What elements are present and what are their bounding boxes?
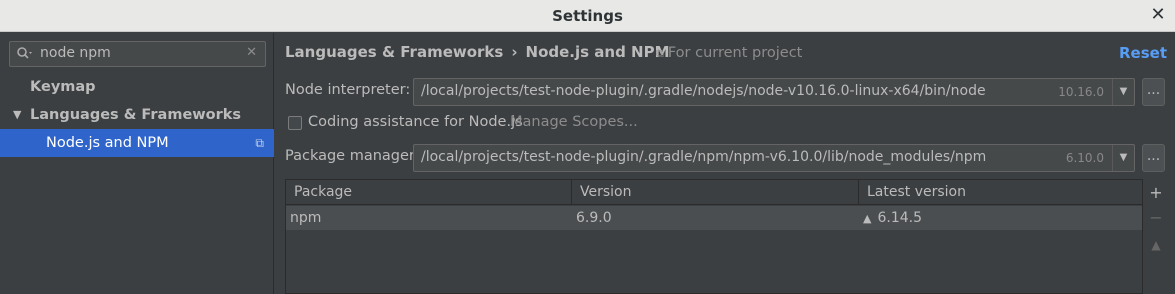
cell-version: 6.9.0 — [576, 210, 612, 226]
table-body-empty-area — [286, 230, 1142, 293]
settings-tree-panel: node npm ✕ Keymap ▼ Languages & Framewor… — [0, 33, 274, 294]
minus-icon[interactable]: − — [1148, 210, 1164, 226]
breadcrumb-separator: › — [511, 43, 518, 61]
breadcrumb-nodejs: Node.js and NPM — [525, 43, 670, 61]
node-interpreter-version: 10.16.0 — [1058, 85, 1104, 99]
table-row[interactable]: npm 6.9.0 ▲ 6.14.5 — [286, 206, 1142, 230]
package-manager-select[interactable]: /local/projects/test-node-plugin/.gradle… — [413, 144, 1135, 172]
packages-table: Package Version Latest version npm 6.9.0… — [285, 179, 1143, 294]
node-interpreter-label: Node interpreter: — [285, 82, 411, 98]
coding-assistance-label[interactable]: Coding assistance for Node.js — [308, 114, 523, 130]
table-header: Package Version Latest version — [286, 180, 1142, 205]
upgrade-arrow-icon[interactable]: ▲ — [1148, 237, 1164, 253]
coding-assistance-checkbox[interactable] — [288, 116, 302, 130]
browse-package-manager-button[interactable]: ... — [1142, 144, 1165, 172]
tree-item-languages-frameworks[interactable]: ▼ Languages & Frameworks — [0, 101, 274, 129]
column-header-latest-version[interactable]: Latest version — [859, 180, 1142, 205]
clear-icon[interactable]: ✕ — [246, 45, 257, 60]
package-manager-version: 6.10.0 — [1065, 151, 1104, 165]
expand-arrow-icon[interactable]: ▼ — [13, 101, 21, 129]
cell-latest-version: ▲ 6.14.5 — [863, 206, 922, 230]
column-header-package[interactable]: Package — [286, 180, 572, 205]
package-manager-label: Package manager: — [285, 148, 420, 164]
cell-package: npm — [290, 210, 322, 226]
tree-item-label: Node.js and NPM — [46, 135, 169, 151]
upgrade-arrow-icon[interactable]: ▲ — [863, 212, 871, 225]
project-scope-hint: ⧉ For current project — [656, 45, 802, 61]
tree-item-label: Keymap — [30, 79, 96, 95]
tree-item-nodejs-npm[interactable]: Node.js and NPM ⧉ — [0, 129, 274, 157]
project-scope-icon: ⧉ — [255, 136, 264, 150]
search-input[interactable]: node npm ✕ — [9, 41, 266, 67]
latest-version-value: 6.14.5 — [877, 210, 922, 226]
chevron-down-icon[interactable]: ▼ — [1112, 145, 1134, 171]
chevron-down-icon[interactable]: ▼ — [1112, 79, 1134, 105]
manage-scopes-link[interactable]: Manage Scopes... — [510, 114, 638, 130]
browse-node-button[interactable]: ... — [1142, 78, 1165, 106]
search-value: node npm — [40, 45, 111, 61]
node-interpreter-path: /local/projects/test-node-plugin/.gradle… — [421, 83, 986, 99]
project-scope-icon: ⧉ — [656, 47, 664, 60]
column-header-version[interactable]: Version — [572, 180, 859, 205]
close-icon[interactable]: ✕ — [1149, 6, 1167, 24]
breadcrumb: Languages & Frameworks › Node.js and NPM — [285, 43, 670, 63]
tree-item-keymap[interactable]: Keymap — [0, 73, 274, 101]
window-title: Settings — [552, 6, 623, 25]
breadcrumb-languages: Languages & Frameworks — [285, 43, 504, 61]
project-scope-label: For current project — [667, 45, 803, 61]
tree-item-label: Languages & Frameworks — [30, 107, 242, 123]
plus-icon[interactable]: + — [1148, 185, 1164, 201]
package-manager-path: /local/projects/test-node-plugin/.gradle… — [421, 149, 987, 165]
node-interpreter-select[interactable]: /local/projects/test-node-plugin/.gradle… — [413, 78, 1135, 106]
reset-link[interactable]: Reset — [1119, 44, 1167, 62]
title-bar: Settings ✕ — [0, 0, 1175, 32]
search-icon — [17, 47, 32, 59]
